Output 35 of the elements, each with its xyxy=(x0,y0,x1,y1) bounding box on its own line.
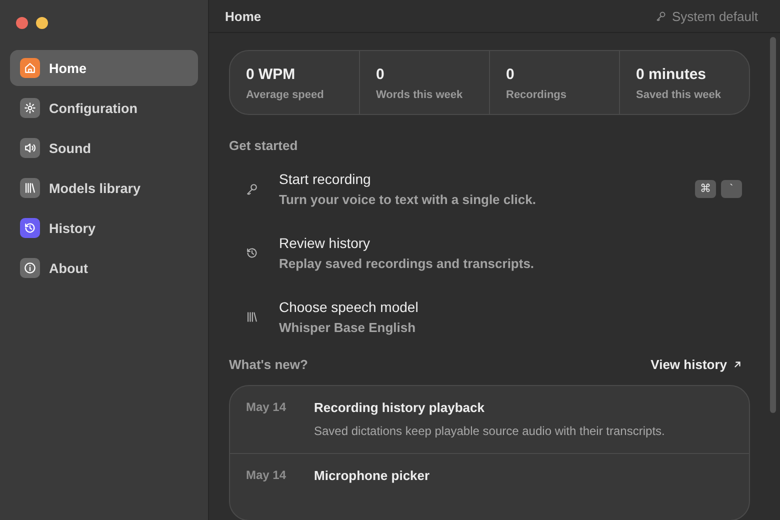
shortcut-key: ` xyxy=(721,180,742,198)
close-button[interactable] xyxy=(16,17,28,29)
entry-title: Recording history playback xyxy=(314,400,486,415)
entry-date: May 14 xyxy=(246,400,288,416)
stat-label: Recordings xyxy=(506,89,568,101)
sidebar-item[interactable]: Home xyxy=(10,50,198,86)
sidebar-item[interactable]: Sound xyxy=(10,130,198,166)
view-history-link[interactable]: View history xyxy=(650,357,750,372)
section-heading: What's new? xyxy=(229,357,308,372)
library-icon xyxy=(245,310,259,324)
minimize-button[interactable] xyxy=(36,17,48,29)
entry-description: Saved dictations keep playable source audio with their transcripts. xyxy=(314,424,665,438)
stat-value: 0 xyxy=(376,66,386,83)
sidebar-item[interactable]: Configuration xyxy=(10,90,198,126)
sidebar-item[interactable]: History xyxy=(10,210,198,246)
stat-label: Average speed xyxy=(246,89,325,101)
entry-title: Microphone picker xyxy=(314,468,430,483)
action-item[interactable]: Review history Replay saved recordings and transcripts. xyxy=(229,229,750,277)
stat-value: 0 xyxy=(506,66,516,83)
arrow-icon xyxy=(733,360,742,369)
sidebar-item[interactable]: About xyxy=(10,250,198,286)
sidebar-item[interactable]: Models library xyxy=(10,170,198,206)
stat-value: 0 minutes xyxy=(636,66,708,83)
scrollbar-thumb[interactable] xyxy=(770,37,776,413)
page-title: Home xyxy=(225,8,262,24)
action-item[interactable]: Choose speech model Whisper Base English xyxy=(229,293,750,341)
action-item[interactable]: Start recording Turn your voice to text with a single click. ⌘ ` xyxy=(229,165,750,213)
stat-label: Saved this week xyxy=(636,89,722,101)
stat-label: Words this week xyxy=(376,89,464,101)
entry-date: May 14 xyxy=(246,468,288,484)
stat-value: 0 WPM xyxy=(246,66,296,83)
section-heading: Get started xyxy=(229,138,299,153)
shortcut-key: ⌘ xyxy=(695,180,716,198)
history-icon xyxy=(245,246,259,260)
microphone-selector[interactable]: System default xyxy=(655,8,758,24)
